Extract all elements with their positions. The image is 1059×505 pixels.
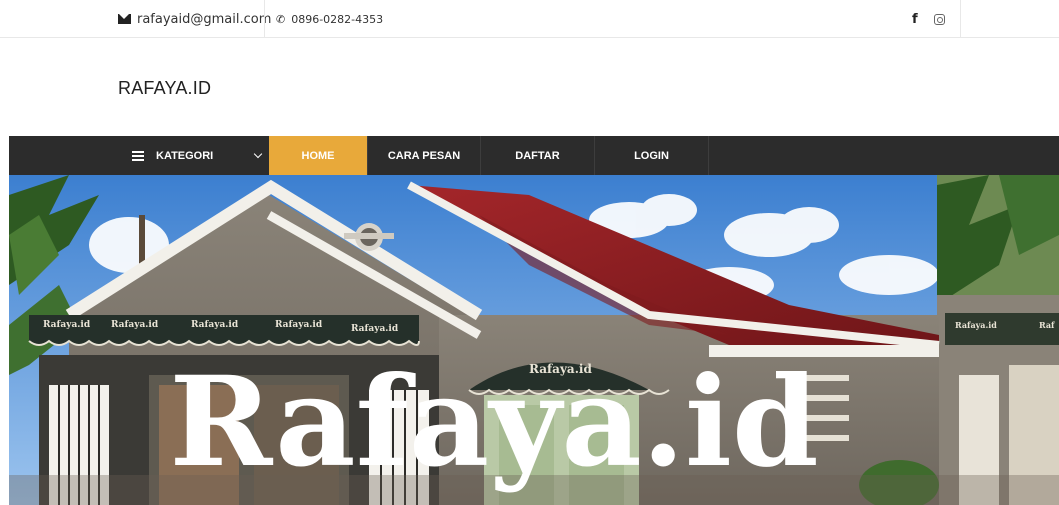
hero-headline: Rafaya.id: [169, 350, 818, 495]
phone-icon: ✆: [276, 12, 286, 26]
nav-item-daftar[interactable]: DAFTAR: [481, 136, 595, 175]
category-menu-button[interactable]: KATEGORI: [118, 136, 276, 175]
nav-item-login[interactable]: LOGIN: [595, 136, 709, 175]
nav-item-home[interactable]: HOME: [269, 136, 368, 175]
divider: [264, 0, 265, 38]
phone-text: 0896-0282-4353: [291, 12, 384, 26]
side-awning-label: Raf: [1039, 320, 1055, 330]
awning-label: Rafaya.id: [351, 324, 399, 334]
category-label: KATEGORI: [156, 149, 214, 162]
awning-label: Rafaya.id: [43, 320, 91, 330]
instagram-icon: [934, 13, 945, 25]
main-nav: KATEGORI HOME CARA PESAN DAFTAR LOGIN: [9, 136, 1059, 175]
chevron-down-icon: [253, 149, 263, 159]
awning-label: Rafaya.id: [111, 320, 159, 330]
site-logo[interactable]: RAFAYA.ID: [118, 78, 211, 99]
facebook-icon[interactable]: f: [912, 0, 918, 38]
awning-label: Rafaya.id: [191, 320, 239, 330]
contact-email[interactable]: rafayaid@gmail.com: [118, 0, 271, 38]
envelope-icon: [118, 14, 131, 24]
awning-label: Rafaya.id: [275, 320, 323, 330]
side-awning-label: Rafaya.id: [955, 320, 997, 330]
nav-item-cara-pesan[interactable]: CARA PESAN: [368, 136, 481, 175]
contact-phone[interactable]: ✆ 0896-0282-4353: [276, 0, 383, 38]
email-text: rafayaid@gmail.com: [137, 11, 272, 27]
divider: [960, 0, 961, 38]
hero-slider[interactable]: Rafaya.id Raf Rafaya.id Rafaya.id Rafaya…: [9, 175, 1059, 505]
instagram-link[interactable]: [934, 0, 945, 38]
hamburger-icon: [132, 150, 144, 161]
hero-image: Rafaya.id Raf Rafaya.id Rafaya.id Rafaya…: [9, 175, 1059, 505]
top-bar: rafayaid@gmail.com ✆ 0896-0282-4353 f: [0, 0, 1059, 38]
